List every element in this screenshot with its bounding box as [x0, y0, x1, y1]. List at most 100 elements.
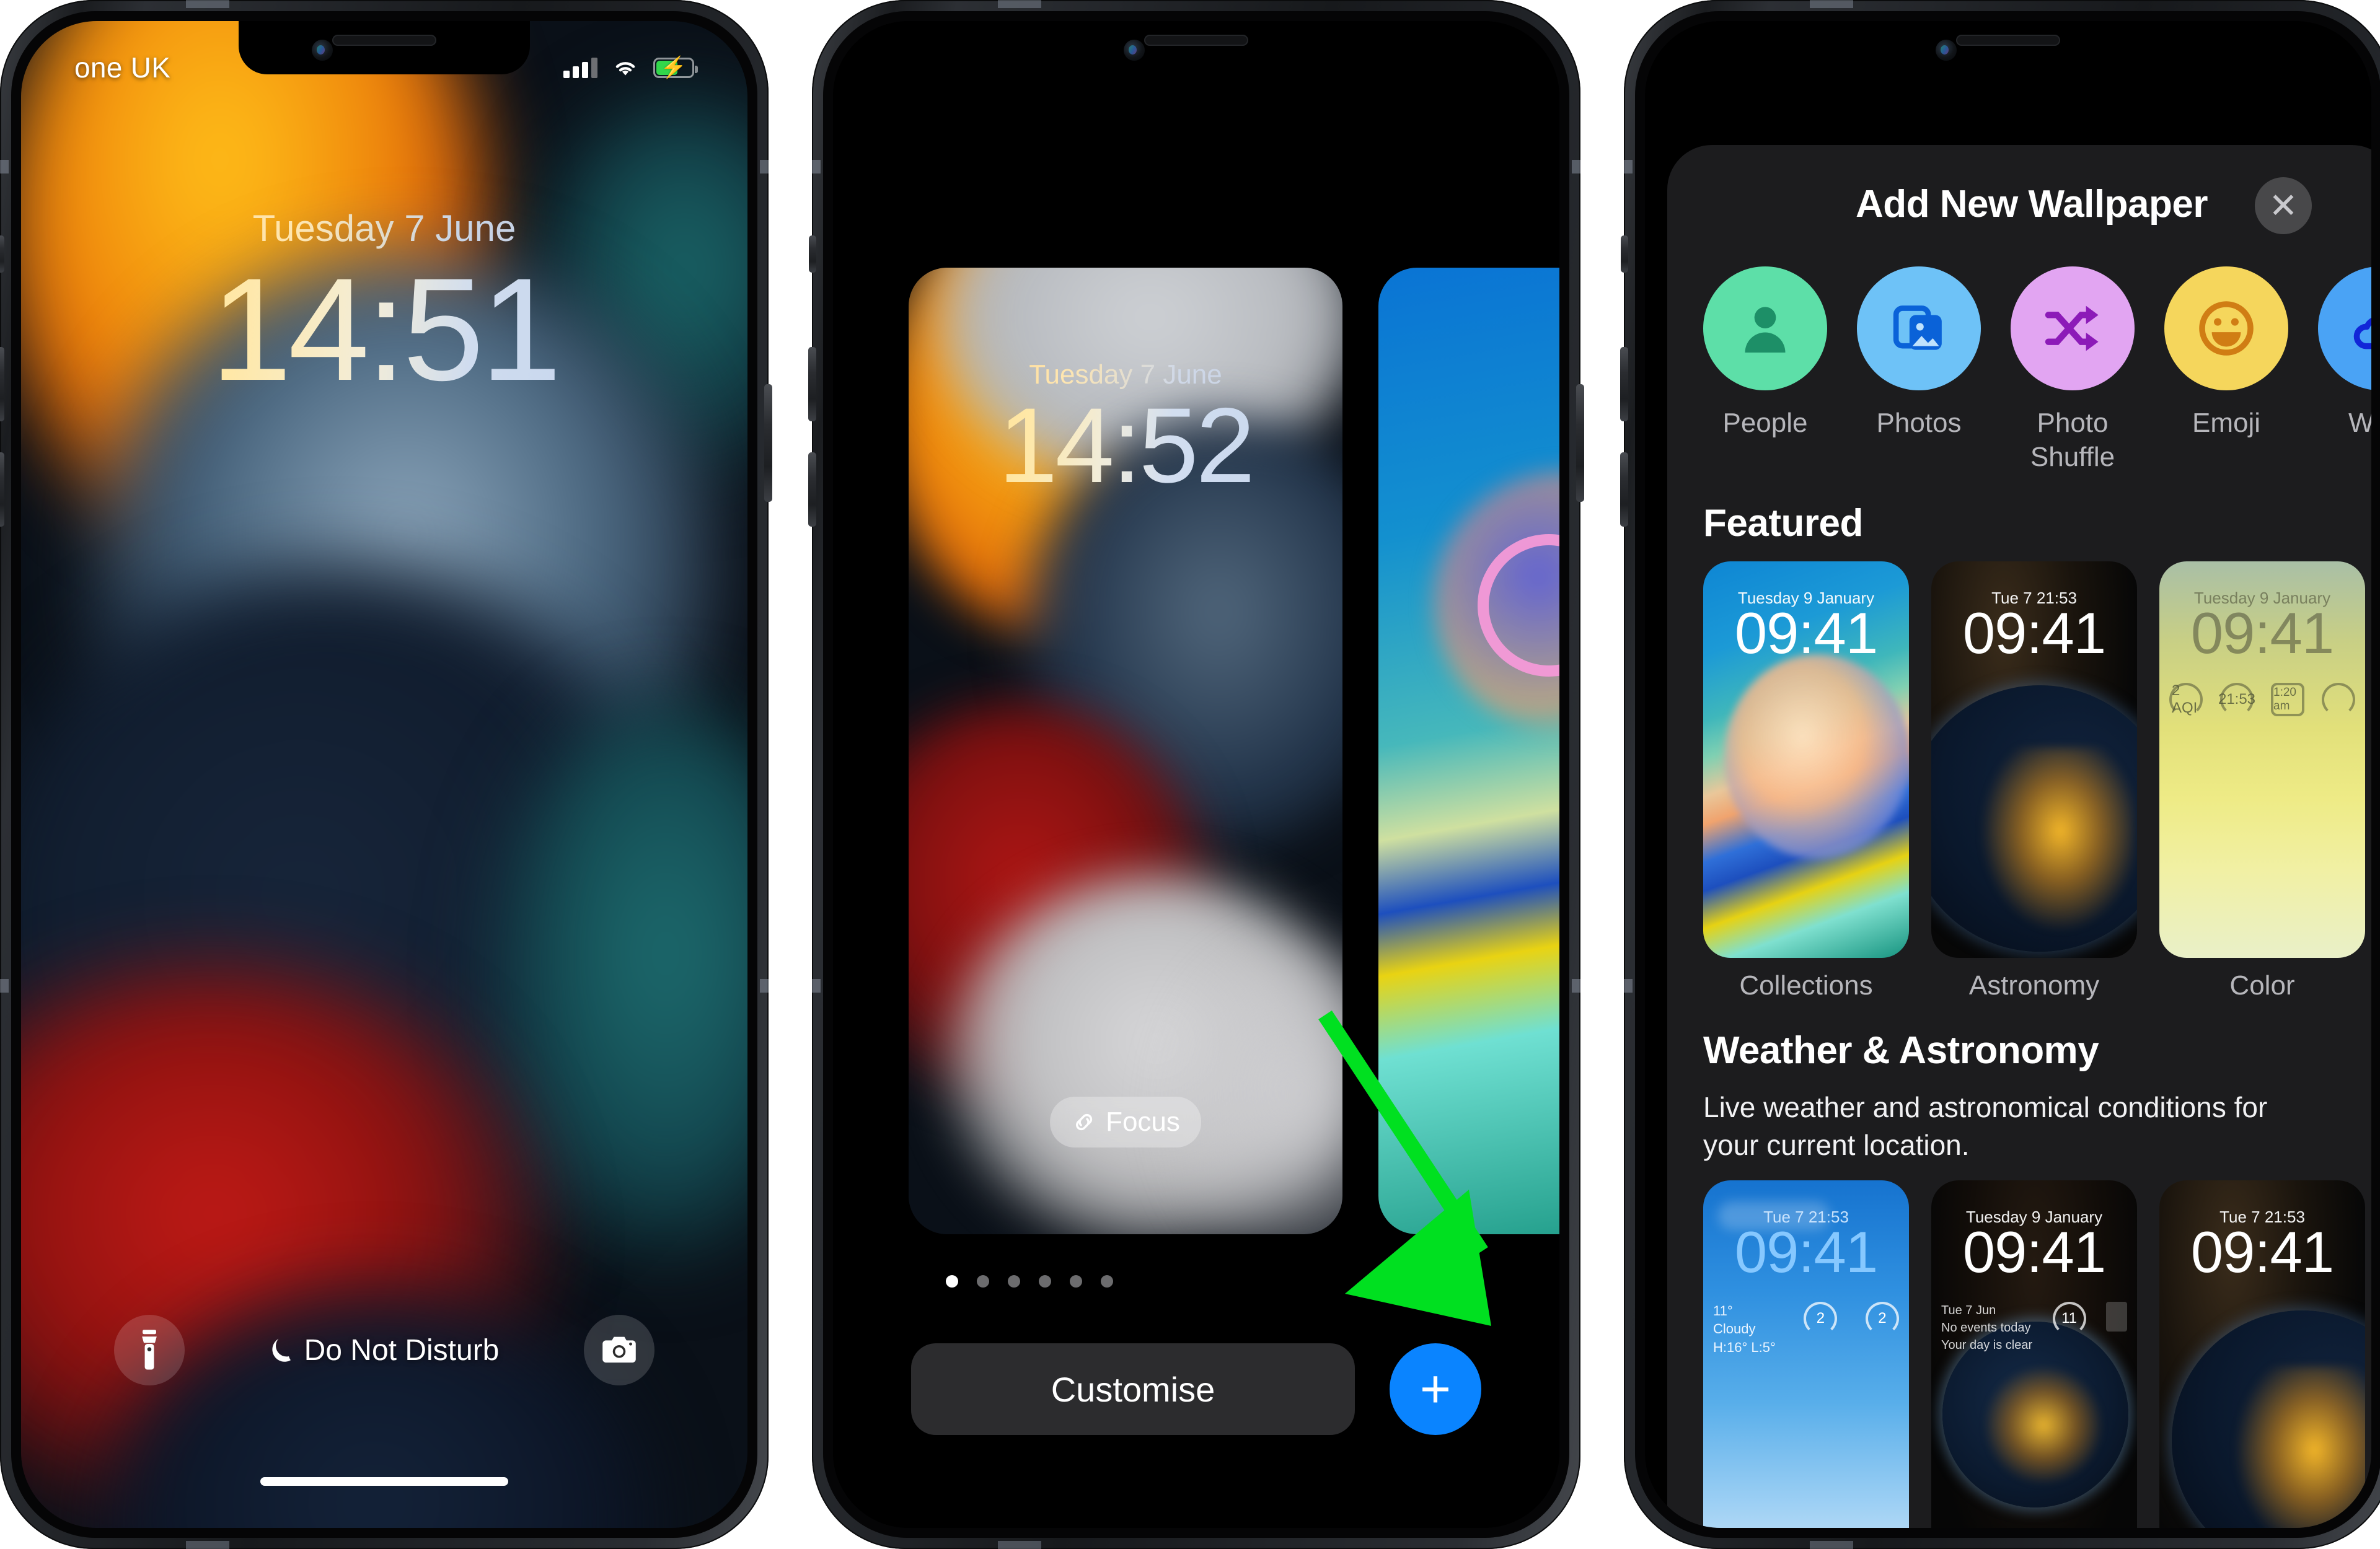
- calendar-widget: Tue 7 Jun No events today Your day is cl…: [1941, 1302, 2032, 1354]
- antenna-band: [1810, 1541, 1853, 1549]
- antenna-band: [186, 1541, 229, 1549]
- thumb-widget-row: 2 AQI 21:53 1:20 am: [2169, 682, 2355, 717]
- phone-screen[interactable]: Tuesday 7 June 14:52 Focus Customise +: [833, 21, 1559, 1528]
- front-camera: [1936, 40, 1957, 61]
- wallpaper-label: Collections: [1739, 970, 1873, 1001]
- wallpaper-item[interactable]: Tuesday 9 January 09:41 Tue 7 Jun No eve…: [1931, 1180, 2137, 1528]
- customise-button[interactable]: Customise: [911, 1343, 1355, 1435]
- wallpaper-thumbnail[interactable]: Tue 7 21:53 09:41: [2159, 1180, 2365, 1528]
- wallpaper-label: Color: [2229, 970, 2295, 1001]
- power-button[interactable]: [764, 384, 772, 502]
- volume-down-button[interactable]: [808, 452, 816, 527]
- close-icon: ✕: [2268, 185, 2298, 225]
- phone-screen[interactable]: Add New Wallpaper ✕ People Photos Photo …: [1645, 21, 2371, 1528]
- focus-status-label: Do Not Disturb: [304, 1333, 500, 1367]
- thumb-time: 09:41: [2190, 600, 2334, 666]
- wallpaper-picker: Tuesday 7 June 14:52 Focus Customise +: [833, 21, 1559, 1528]
- category-row[interactable]: People Photos Photo Shuffle Emoji W: [1667, 263, 2371, 474]
- preview-time: 14:52: [909, 384, 1342, 507]
- section-subtitle: Live weather and astronomical conditions…: [1703, 1091, 2268, 1161]
- shuffle-icon: [2011, 266, 2135, 390]
- page-dot[interactable]: [1039, 1275, 1051, 1288]
- sheet-title: Add New Wallpaper: [1856, 182, 2208, 226]
- add-wallpaper-button[interactable]: +: [1390, 1343, 1481, 1435]
- front-camera: [1124, 40, 1145, 61]
- page-dots[interactable]: [946, 1275, 1113, 1288]
- wallpaper-item[interactable]: Tuesday 9 January 09:41 2 AQI 21:53 1:20…: [2159, 561, 2365, 1001]
- category-label: Emoji: [2192, 408, 2261, 438]
- link-icon: [1076, 1113, 1093, 1131]
- earpiece-speaker: [1956, 35, 2060, 46]
- antenna-band: [1572, 160, 1580, 173]
- wallpaper-thumbnail[interactable]: Tuesday 9 January 09:41: [1703, 561, 1909, 959]
- power-button[interactable]: [1576, 384, 1584, 502]
- wallpaper-item[interactable]: Tuesday 9 January 09:41 Collections: [1703, 561, 1909, 1001]
- carrier-label: one UK: [74, 51, 171, 84]
- weather-temp: 11°: [1713, 1302, 1733, 1319]
- earpiece-speaker: [1144, 35, 1248, 46]
- antenna-band: [1810, 0, 1853, 8]
- page-dot[interactable]: [1101, 1275, 1113, 1288]
- category-photo-shuffle[interactable]: Photo Shuffle: [2011, 266, 2135, 474]
- close-button[interactable]: ✕: [2255, 177, 2312, 234]
- volume-up-button[interactable]: [0, 347, 4, 421]
- wallpaper-thumbnail[interactable]: Tue 7 21:53 09:41 11° Cloudy H:16° L:5° …: [1703, 1180, 1909, 1528]
- antenna-band: [812, 160, 821, 173]
- lock-bottom-controls: Do Not Disturb: [21, 1315, 747, 1385]
- page-dot[interactable]: [977, 1275, 989, 1288]
- antenna-band: [0, 160, 9, 173]
- category-label: Weat: [2348, 408, 2371, 438]
- category-label: Photo Shuffle: [2030, 408, 2115, 472]
- volume-down-button[interactable]: [1620, 452, 1628, 527]
- phone-screen[interactable]: one UK ⚡ Tuesday 7 June 14:51 Do Not Dis…: [21, 21, 747, 1528]
- emoji-icon: [2164, 266, 2288, 390]
- notch: [1862, 21, 2154, 74]
- category-weather[interactable]: Weat: [2318, 266, 2371, 474]
- add-new-wallpaper-sheet: Add New Wallpaper ✕ People Photos Photo …: [1667, 145, 2371, 1528]
- lock-date: Tuesday 7 June: [21, 207, 747, 250]
- wallpaper-item[interactable]: Tue 7 21:53 09:41 Astronomy: [1931, 561, 2137, 1001]
- volume-up-button[interactable]: [1620, 347, 1628, 421]
- wallpaper-preview-card[interactable]: Tuesday 7 June 14:52 Focus: [909, 268, 1342, 1234]
- thumb-widget-row: 11° Cloudy H:16° L:5° 2 2: [1713, 1301, 1899, 1357]
- thumb-time: 09:41: [1962, 600, 2106, 666]
- antenna-band: [998, 1541, 1041, 1549]
- volume-down-button[interactable]: [0, 452, 4, 527]
- mute-switch[interactable]: [0, 235, 4, 273]
- category-emoji[interactable]: Emoji: [2164, 266, 2288, 474]
- mute-switch[interactable]: [809, 235, 816, 273]
- wallpaper-item[interactable]: Tue 7 21:53 09:41: [2159, 1180, 2365, 1528]
- page-dot[interactable]: [1070, 1275, 1082, 1288]
- charging-bolt-icon: ⚡: [660, 56, 687, 79]
- home-indicator[interactable]: [260, 1477, 508, 1486]
- thumb-widget-row: Tue 7 Jun No events today Your day is cl…: [1941, 1301, 2127, 1354]
- lock-clock: Tuesday 7 June 14:51: [21, 207, 747, 407]
- phone-lock-screen: one UK ⚡ Tuesday 7 June 14:51 Do Not Dis…: [0, 0, 772, 1549]
- flashlight-button[interactable]: [114, 1315, 185, 1385]
- weather-astronomy-row[interactable]: Tue 7 21:53 09:41 11° Cloudy H:16° L:5° …: [1667, 1180, 2371, 1528]
- wallpaper-preview-card-next[interactable]: [1378, 268, 1559, 1234]
- section-title-weather-astronomy: Weather & Astronomy: [1703, 1029, 2099, 1073]
- picker-actions: Customise +: [833, 1343, 1559, 1435]
- flashlight-icon: [142, 1330, 157, 1370]
- category-photos[interactable]: Photos: [1857, 266, 1981, 474]
- wallpaper-item[interactable]: Tue 7 21:53 09:41 11° Cloudy H:16° L:5° …: [1703, 1180, 1909, 1528]
- wallpaper-thumbnail[interactable]: Tuesday 9 January 09:41 2 AQI 21:53 1:20…: [2159, 561, 2365, 959]
- page-dot[interactable]: [946, 1275, 958, 1288]
- volume-up-button[interactable]: [808, 347, 816, 421]
- thumb-time: 09:41: [1734, 600, 1878, 666]
- antenna-band: [760, 160, 769, 173]
- focus-pill[interactable]: Focus: [1050, 1097, 1201, 1147]
- mute-switch[interactable]: [1621, 235, 1628, 273]
- category-people[interactable]: People: [1703, 266, 1827, 474]
- phone-add-wallpaper: Add New Wallpaper ✕ People Photos Photo …: [1620, 0, 2380, 1549]
- antenna-band: [998, 0, 1041, 8]
- wallpaper-thumbnail[interactable]: Tuesday 9 January 09:41 Tue 7 Jun No eve…: [1931, 1180, 2137, 1528]
- section-title-featured: Featured: [1703, 502, 1863, 545]
- antenna-band: [760, 979, 769, 993]
- camera-button[interactable]: [583, 1315, 654, 1385]
- page-dot[interactable]: [1008, 1275, 1020, 1288]
- wallpaper-thumbnail[interactable]: Tue 7 21:53 09:41: [1931, 561, 2137, 959]
- antenna-band: [812, 979, 821, 993]
- featured-row[interactable]: Tuesday 9 January 09:41 Collections Tue …: [1667, 561, 2371, 1001]
